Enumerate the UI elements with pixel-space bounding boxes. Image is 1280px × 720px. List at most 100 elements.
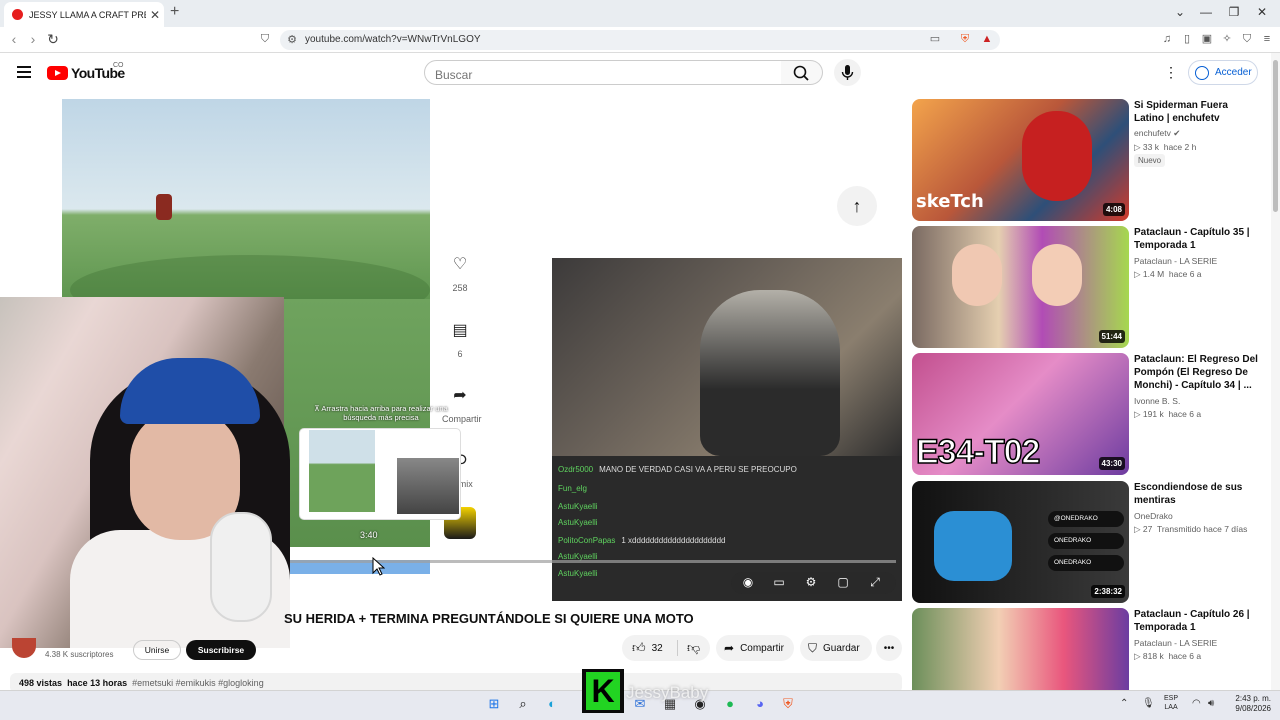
clock-time: 2:43 p. m. [1235, 694, 1271, 703]
recommended-video[interactable]: @ONEDRAKO ONEDRAKO ONEDRAKO 2:38:32 Esco… [912, 481, 1267, 603]
sign-in-button[interactable]: Acceder [1188, 60, 1258, 85]
url-text[interactable]: youtube.com/watch?v=WNwTrVnLGOY [305, 34, 481, 45]
video-thumbnail[interactable]: skeTch 4:08 [912, 99, 1129, 221]
autoplay-toggle-icon[interactable]: ◉ [740, 575, 756, 589]
maximize-icon[interactable]: ❐ [1224, 5, 1244, 19]
views: 191 k [1142, 409, 1164, 419]
vpn-icon[interactable]: ⛉ [1240, 33, 1254, 46]
clock[interactable]: 2:43 p. m. 9/08/2026 [1226, 694, 1271, 714]
show-hidden-icons[interactable]: ⌃ [1120, 698, 1128, 709]
subscribe-button[interactable]: Suscribirse [186, 640, 256, 660]
wifi-icon[interactable]: ◠ [1192, 698, 1201, 709]
views: 1.4 M [1142, 269, 1165, 279]
channel-name[interactable]: Pataclaun - LA SERIE [1134, 256, 1217, 266]
channel-name[interactable]: Pataclaun - LA SERIE [1134, 638, 1217, 648]
share-label: Compartir [740, 642, 784, 654]
chat-line: AstuKyaelli [558, 569, 604, 583]
microphone-tray-icon[interactable]: 🎙︎ [1142, 698, 1155, 709]
browser-menu-icon[interactable]: ≡ [1260, 33, 1274, 46]
discord-icon[interactable]: ◕ [750, 694, 770, 714]
preview-hint: ⊼ Arrastra hacia arriba para realizar un… [314, 404, 448, 422]
video-meta: ▷ 818 k hace 6 a [1134, 651, 1202, 661]
video-title[interactable]: Si Spiderman Fuera Latino | enchufetv [1134, 99, 1259, 125]
settings-gear-icon[interactable]: ⚙ [803, 575, 819, 589]
video-title[interactable]: Escondiendose de sus mentiras [1134, 481, 1259, 507]
recommended-video[interactable]: 51:44 Pataclaun - Capítulo 35 | Temporad… [912, 226, 1267, 348]
settings-kebab-icon[interactable]: ⋮ [1164, 64, 1178, 81]
back-icon[interactable]: ‹ [6, 31, 22, 47]
dislike-button[interactable]: 👎︎ [678, 640, 700, 656]
like-action[interactable]: ♡ 258 [442, 249, 478, 293]
video-title[interactable]: Pataclaun - Capítulo 35 | Temporada 1 [1134, 226, 1259, 252]
join-button[interactable]: Unirse [133, 640, 181, 660]
youtube-favicon-icon [12, 9, 23, 20]
upload-age: hace 13 horas [67, 678, 128, 688]
chat-text: 1 xddddddddddddddddddddd [621, 536, 726, 545]
chat-user: AstuKyaelli [558, 502, 598, 511]
second-streamer [700, 290, 840, 456]
recommended-video[interactable]: E34-T02 43:30 Pataclaun: El Regreso Del … [912, 353, 1267, 475]
windows-start-icon[interactable]: ⊞ [484, 694, 504, 714]
brave-rewards-icon[interactable]: ▲ [980, 33, 994, 46]
channel-avatar[interactable] [12, 638, 36, 658]
fullscreen-icon[interactable]: ⤢ [867, 575, 883, 590]
share-button[interactable]: ➦ Compartir [716, 635, 794, 661]
bookmark-icon[interactable]: ⛉ [258, 33, 272, 46]
save-button[interactable]: ⛉ Guardar [800, 635, 872, 661]
microphone-icon [841, 65, 854, 80]
sidebar-icon[interactable]: ▯ [1180, 33, 1194, 46]
video-title[interactable]: Pataclaun: El Regreso Del Pompón (El Reg… [1134, 353, 1259, 392]
video-duration: 43:30 [1098, 457, 1125, 470]
video-title[interactable]: Pataclaun - Capítulo 26 | Temporada 1 [1134, 608, 1259, 634]
search-button[interactable] [781, 60, 823, 85]
captions-icon[interactable]: ▭ [771, 575, 787, 589]
bookmark-save-icon: ⛉ [808, 640, 818, 655]
comments-action[interactable]: ▤ 6 [442, 315, 478, 359]
like-button[interactable]: 👍︎ 32 [622, 640, 678, 656]
channel-name[interactable]: enchufetv ✔ [1134, 128, 1180, 139]
close-window-icon[interactable]: ✕ [1252, 5, 1272, 19]
scrollbar-thumb[interactable] [1273, 60, 1278, 212]
recommended-video[interactable]: Pataclaun - Capítulo 26 | Temporada 1 Pa… [912, 608, 1267, 690]
age: hace 6 a [1168, 409, 1202, 419]
chat-text: MANO DE VERDAD CASI VA A PERU SE PREOCUP… [599, 465, 797, 474]
taskbar-search-icon[interactable]: ⌕ [513, 694, 533, 714]
new-tab-button[interactable]: + [170, 3, 179, 21]
volume-icon[interactable]: 🔊︎ [1208, 698, 1214, 709]
youtube-logo-icon[interactable] [47, 66, 68, 80]
preview-frame-webcam [397, 458, 459, 514]
hamburger-menu-icon[interactable] [17, 66, 31, 81]
channel-name[interactable]: OneDrako [1134, 511, 1173, 521]
edge-icon[interactable]: ◐ [542, 694, 562, 714]
search-input[interactable] [424, 60, 782, 85]
chat-line: AstuKyaelli [558, 502, 604, 516]
spotify-icon[interactable]: ● [720, 694, 740, 714]
video-thumbnail[interactable] [912, 608, 1129, 690]
install-app-icon[interactable]: ▭ [928, 33, 942, 46]
theater-mode-icon[interactable]: ▢ [835, 575, 851, 589]
input-language[interactable]: ESP LAA [1164, 694, 1178, 712]
video-thumbnail[interactable]: @ONEDRAKO ONEDRAKO ONEDRAKO 2:38:32 [912, 481, 1129, 603]
channel-name[interactable]: Ivonne B. S. [1134, 396, 1180, 406]
recommended-video[interactable]: skeTch 4:08 Si Spiderman Fuera Latino | … [912, 99, 1267, 221]
leo-ai-icon[interactable]: ✧ [1220, 33, 1234, 46]
more-actions-button[interactable]: ••• [876, 635, 902, 661]
tab-close-icon[interactable]: ✕ [146, 8, 164, 22]
site-info-icon[interactable]: ⚙ [285, 34, 299, 47]
brave-shield-icon[interactable]: ⛨ [958, 33, 972, 46]
media-icon[interactable]: ♫ [1160, 33, 1174, 46]
reload-icon[interactable]: ↻ [45, 31, 61, 48]
voice-search-button[interactable] [834, 59, 861, 86]
scroll-up-button[interactable]: ↑ [837, 186, 877, 226]
wallet-icon[interactable]: ▣ [1200, 33, 1214, 46]
forward-icon[interactable]: › [25, 31, 41, 47]
minimize-icon[interactable]: — [1196, 5, 1216, 19]
brave-taskbar-icon[interactable]: ⛨ [778, 694, 798, 714]
subscriber-count: 4.38 K suscriptores [45, 650, 114, 659]
hashtags[interactable]: #emetsuki #emikukis #glogloking [132, 678, 264, 688]
video-thumbnail[interactable]: E34-T02 43:30 [912, 353, 1129, 475]
tab-list-chevron-icon[interactable]: ⌄ [1170, 5, 1190, 19]
browser-tab[interactable]: JESSY LLAMA A CRAFT PREO ✕ [4, 2, 164, 27]
chat-user: PolitoConPapas [558, 536, 616, 545]
video-thumbnail[interactable]: 51:44 [912, 226, 1129, 348]
